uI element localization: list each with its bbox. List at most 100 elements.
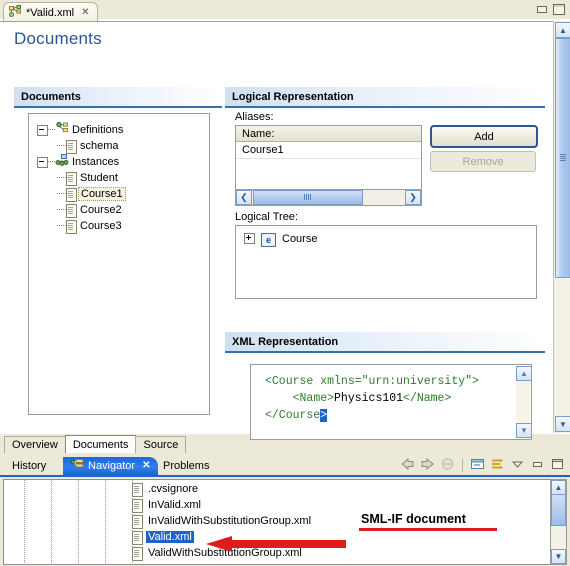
- editor-vertical-scrollbar[interactable]: ▲ ▼: [553, 21, 570, 433]
- instances-icon: [55, 154, 69, 170]
- element-icon: e: [261, 233, 276, 247]
- editor-tab-valid-xml[interactable]: *Valid.xml ✕: [3, 2, 99, 22]
- annotation-arrow-icon: [196, 536, 346, 552]
- maximize-icon[interactable]: [549, 457, 566, 473]
- scroll-down-icon[interactable]: ▼: [551, 549, 566, 564]
- aliases-column-header[interactable]: Name:: [236, 126, 421, 142]
- tree-row[interactable]: Student: [35, 170, 209, 186]
- text-cursor: >: [320, 409, 328, 422]
- xml-text: Physics101: [334, 392, 404, 405]
- tab-navigator-label: Navigator: [88, 460, 136, 472]
- tab-problems[interactable]: Problems: [155, 457, 217, 475]
- tree-label: Student: [80, 172, 118, 184]
- scroll-right-icon[interactable]: ❯: [405, 190, 421, 205]
- expand-icon[interactable]: [244, 233, 255, 244]
- scroll-left-icon[interactable]: ❮: [236, 190, 252, 205]
- add-button[interactable]: Add: [430, 125, 538, 148]
- tab-documents[interactable]: Documents: [64, 435, 137, 453]
- document-icon: [66, 203, 77, 218]
- tree-row[interactable]: Instances: [35, 154, 209, 170]
- graph-icon: [9, 4, 22, 21]
- annotation-underline: [359, 528, 497, 531]
- tree-row[interactable]: Course3: [35, 218, 209, 234]
- list-item[interactable]: InValidWithSubstitutionGroup.xml: [4, 513, 553, 529]
- document-icon: [132, 482, 143, 497]
- xml-line: <Course xmlns="urn:university">: [265, 375, 479, 388]
- aliases-label: Aliases:: [235, 111, 274, 123]
- xml-representation-section: XML Representation <Course xmlns="urn:un…: [225, 332, 545, 440]
- editor-page-tabs: Overview Documents Source: [0, 433, 570, 453]
- back-icon[interactable]: [399, 457, 416, 473]
- tree-row[interactable]: Course2: [35, 202, 209, 218]
- tree-row[interactable]: schema: [35, 138, 209, 154]
- forward-icon[interactable]: [419, 457, 436, 473]
- annotation-label: SML-IF document: [361, 512, 466, 526]
- tree-label: Course2: [80, 204, 122, 216]
- document-icon: [66, 171, 77, 186]
- close-icon[interactable]: ✕: [142, 461, 150, 471]
- xml-vertical-scrollbar[interactable]: ▲ ▼: [516, 366, 531, 438]
- tree-row-selected[interactable]: Course1: [35, 186, 209, 202]
- tab-history[interactable]: History: [4, 457, 54, 475]
- aliases-table[interactable]: Name: Course1: [235, 125, 422, 190]
- documents-section: Documents Definitions schema Instances S…: [14, 87, 222, 432]
- home-icon: [439, 457, 456, 473]
- navigator-vertical-scrollbar[interactable]: ▲ ▼: [550, 479, 567, 565]
- scroll-down-icon[interactable]: ▼: [555, 416, 570, 432]
- list-item-label: InValid.xml: [148, 499, 201, 511]
- scroll-up-icon[interactable]: ▲: [551, 480, 566, 495]
- list-item[interactable]: InValid.xml: [4, 497, 553, 513]
- logical-tree-label-item: Course: [282, 233, 318, 245]
- scrollbar-thumb[interactable]: [253, 190, 363, 205]
- document-icon: [132, 530, 143, 545]
- tab-source[interactable]: Source: [135, 436, 187, 453]
- scrollbar-thumb[interactable]: [551, 494, 566, 526]
- aliases-horizontal-scrollbar[interactable]: ❮ ❯: [235, 189, 422, 206]
- navigator-file-list[interactable]: .cvsignore InValid.xml InValidWithSubsti…: [3, 479, 554, 565]
- maximize-icon[interactable]: [552, 3, 565, 15]
- window-controls: [535, 3, 565, 15]
- logical-section-header: Logical Representation: [225, 87, 545, 108]
- xml-source-viewer[interactable]: <Course xmlns="urn:university"> <Name>Ph…: [250, 364, 532, 440]
- page-title: Documents: [14, 29, 102, 48]
- scroll-up-icon[interactable]: ▲: [516, 366, 531, 381]
- collapse-icon[interactable]: [37, 156, 48, 168]
- collapse-icon[interactable]: [37, 124, 48, 136]
- list-item-label: InValidWithSubstitutionGroup.xml: [148, 515, 312, 527]
- list-item[interactable]: .cvsignore: [4, 481, 553, 497]
- tree-label: schema: [80, 140, 119, 152]
- document-icon: [66, 219, 77, 234]
- navigator-icon: [70, 458, 84, 474]
- editor-tab-strip: *Valid.xml ✕: [0, 0, 570, 22]
- document-icon: [66, 187, 77, 202]
- logical-tree-label: Logical Tree:: [235, 211, 298, 223]
- tree-label: Instances: [72, 156, 120, 168]
- editor-tab-label: *Valid.xml: [26, 6, 75, 19]
- minimize-icon[interactable]: [535, 3, 548, 15]
- collapse-all-icon[interactable]: [469, 457, 486, 473]
- view-menu-icon[interactable]: [509, 457, 526, 473]
- definitions-icon: [55, 121, 69, 138]
- documents-tree[interactable]: Definitions schema Instances Student Cou…: [28, 113, 210, 415]
- close-icon[interactable]: ✕: [81, 7, 89, 18]
- logical-representation-section: Logical Representation Aliases: Name: Co…: [225, 87, 545, 327]
- scroll-up-icon[interactable]: ▲: [555, 22, 570, 38]
- xml-section-header: XML Representation: [225, 332, 545, 353]
- documents-section-header: Documents: [14, 87, 222, 108]
- logical-tree[interactable]: e Course: [235, 225, 537, 299]
- table-row[interactable]: Course1: [236, 142, 421, 159]
- editor-form-body: Documents Documents Definitions schema I…: [0, 21, 570, 440]
- document-icon: [132, 546, 143, 561]
- minimize-icon[interactable]: [529, 457, 546, 473]
- toolbar-separator: [462, 458, 463, 472]
- tab-overview[interactable]: Overview: [4, 436, 66, 453]
- link-with-editor-icon[interactable]: [489, 457, 506, 473]
- xml-tag: <Name>: [292, 392, 335, 405]
- tab-navigator[interactable]: Navigator ✕: [63, 457, 159, 475]
- editor-area: *Valid.xml ✕ Documents Documents Definit…: [0, 0, 570, 453]
- tree-row[interactable]: Definitions: [35, 121, 209, 138]
- xml-code[interactable]: <Course xmlns="urn:university"> <Name>Ph…: [251, 365, 531, 424]
- xml-tag: </Course: [265, 409, 321, 422]
- scrollbar-thumb[interactable]: [555, 38, 570, 278]
- remove-button: Remove: [430, 151, 536, 172]
